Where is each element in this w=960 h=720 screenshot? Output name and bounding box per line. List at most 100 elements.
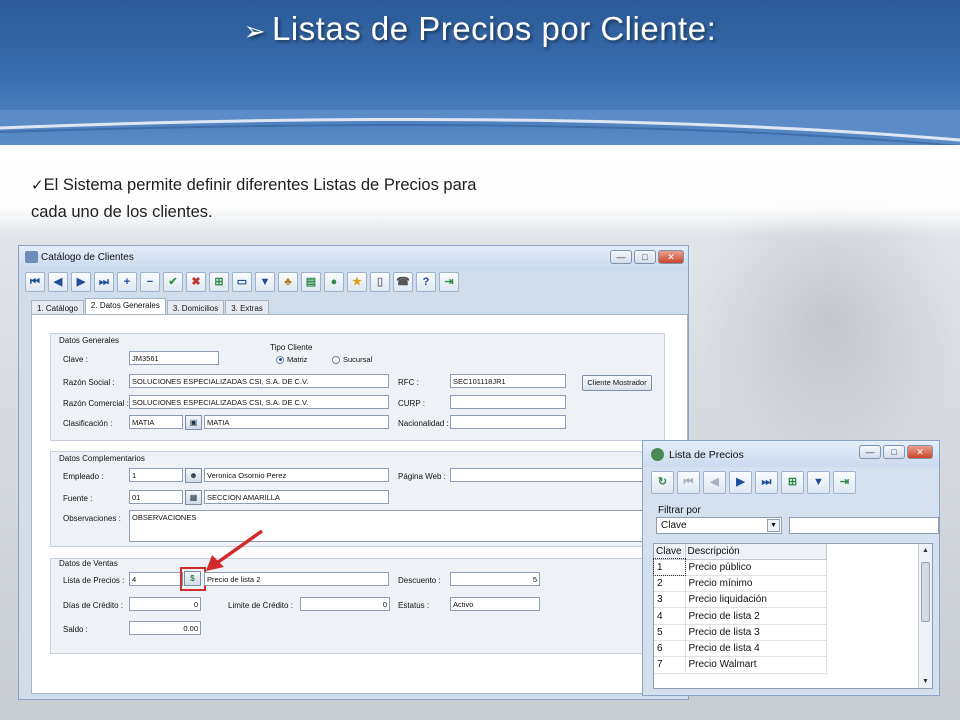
document-icon[interactable]: ▯ <box>370 272 390 292</box>
column-header-clave[interactable]: Clave <box>654 544 686 560</box>
next-record-icon[interactable]: ▶ <box>71 272 91 292</box>
radio-dot-selected[interactable] <box>276 355 284 364</box>
scroll-thumb[interactable] <box>921 562 930 622</box>
fuente-lookup-button[interactable]: ▦ <box>185 490 202 505</box>
clave-field[interactable]: JM3561 <box>129 351 219 365</box>
remove-icon[interactable]: − <box>140 272 160 292</box>
maximize-button[interactable]: □ <box>634 250 656 264</box>
table-row[interactable]: 7 Precio Walmart <box>654 656 827 674</box>
minimize-button[interactable]: — <box>610 250 632 264</box>
users-icon[interactable]: ♣ <box>278 272 298 292</box>
cell-descripcion[interactable]: Precio mínimo <box>685 575 827 593</box>
estatus-field[interactable]: Activo <box>450 597 540 611</box>
export-icon[interactable]: ⊞ <box>781 471 804 494</box>
exit-icon[interactable]: ⇥ <box>439 272 459 292</box>
tab-datos-generales[interactable]: 2. Datos Generales <box>84 298 166 314</box>
contact-icon[interactable]: ☎ <box>393 272 413 292</box>
cell-descripcion[interactable]: Precio Walmart <box>685 656 827 674</box>
cell-descripcion[interactable]: Precio liquidación <box>685 591 827 609</box>
descuento-field[interactable]: 5 <box>450 572 540 586</box>
filter-icon[interactable]: ▼ <box>255 272 275 292</box>
limite-credito-field[interactable]: 0 <box>300 597 390 611</box>
prev-record-icon[interactable]: ◀ <box>48 272 68 292</box>
lista-precios-lookup-button[interactable]: $ <box>184 571 201 586</box>
table-row[interactable]: 3 Precio liquidación <box>654 591 827 609</box>
export-icon[interactable]: ⊞ <box>209 272 229 292</box>
fuente-label: Fuente : <box>63 494 93 503</box>
cell-descripcion[interactable]: Precio de lista 3 <box>685 624 827 641</box>
chevron-down-icon[interactable]: ▼ <box>767 519 780 532</box>
cancel-icon[interactable]: ✖ <box>186 272 206 292</box>
exit-icon[interactable]: ⇥ <box>833 471 856 494</box>
clasificacion-desc-field[interactable]: MATIA <box>204 415 389 429</box>
rfc-field[interactable]: SEC101118JR1 <box>450 374 566 388</box>
tipo-cliente-label: Tipo Cliente <box>270 343 313 352</box>
nacionalidad-field[interactable] <box>450 415 566 429</box>
fuente-code-field[interactable]: 01 <box>129 490 183 504</box>
table-row[interactable]: 4 Precio de lista 2 <box>654 607 827 625</box>
window-icon[interactable]: ▭ <box>232 272 252 292</box>
lista-precios-code-field[interactable]: 4 <box>129 572 183 586</box>
cliente-mostrador-button[interactable]: Cliente Mostrador <box>582 375 652 391</box>
arrow-bullet-icon: ➢ <box>243 16 267 46</box>
minimize-button[interactable]: — <box>859 445 881 459</box>
accept-icon[interactable]: ✔ <box>163 272 183 292</box>
razon-social-field[interactable]: SOLUCIONES ESPECIALIZADAS CSI, S.A. DE C… <box>129 374 389 388</box>
column-header-descripcion[interactable]: Descripción <box>685 544 827 560</box>
radio-dot[interactable] <box>332 355 340 364</box>
main-toolbar: ⏮ ◀ ▶ ⏭ + − ✔ ✖ ⊞ ▭ ▼ ♣ ▤ ● ★ ▯ ☎ ? ⇥ <box>25 272 682 294</box>
cell-clave[interactable]: 6 <box>654 640 686 658</box>
clasificacion-code-field[interactable]: MATIA <box>129 415 183 429</box>
empleado-lookup-button[interactable]: ☻ <box>185 468 202 483</box>
pagina-web-field[interactable] <box>450 468 660 482</box>
cell-clave[interactable]: 3 <box>654 591 686 609</box>
cell-descripcion[interactable]: Precio público <box>685 559 827 576</box>
clave-label: Clave : <box>63 355 88 364</box>
cell-descripcion[interactable]: Precio de lista 4 <box>685 640 827 658</box>
table-row[interactable]: 2 Precio mínimo <box>654 575 827 593</box>
radio-sucursal[interactable]: Sucursal <box>332 355 372 364</box>
close-button[interactable]: ✕ <box>907 445 933 459</box>
filter-field-select[interactable]: Clave ▼ <box>656 517 782 534</box>
table-row[interactable]: 1 Precio público <box>653 557 827 577</box>
last-record-icon[interactable]: ⏭ <box>94 272 114 292</box>
price-list-grid: Clave Descripción 1 Precio público 2 Preci… <box>653 543 933 689</box>
add-icon[interactable]: + <box>117 272 137 292</box>
saldo-field[interactable]: 0.00 <box>129 621 201 635</box>
filter-icon[interactable]: ▼ <box>807 471 830 494</box>
folder-icon[interactable]: ★ <box>347 272 367 292</box>
fuente-desc-field[interactable]: SECCION AMARILLA <box>204 490 389 504</box>
filter-field-value: Clave <box>661 520 687 531</box>
empleado-code-field[interactable]: 1 <box>129 468 183 482</box>
cell-descripcion[interactable]: Precio de lista 2 <box>685 607 827 625</box>
razon-comercial-field[interactable]: SOLUCIONES ESPECIALIZADAS CSI, S.A. DE C… <box>129 395 389 409</box>
prev-record-icon[interactable]: ◀ <box>703 471 726 494</box>
cell-clave[interactable]: 1 <box>653 557 686 577</box>
curp-field[interactable] <box>450 395 566 409</box>
close-button[interactable]: ✕ <box>658 250 684 264</box>
scroll-up-icon[interactable]: ▲ <box>919 544 932 557</box>
globe-icon[interactable]: ● <box>324 272 344 292</box>
refresh-icon[interactable]: ↻ <box>651 471 674 494</box>
slide-title-text: Listas de Precios por Cliente: <box>272 10 717 47</box>
table-row[interactable]: 6 Precio de lista 4 <box>654 640 827 658</box>
cell-clave[interactable]: 4 <box>654 607 686 625</box>
table-row[interactable]: 5 Precio de lista 3 <box>654 624 827 641</box>
clasificacion-lookup-button[interactable]: ▣ <box>185 415 202 430</box>
empleado-name-field[interactable]: Veronica Osornio Perez <box>204 468 389 482</box>
first-record-icon[interactable]: ⏮ <box>25 272 45 292</box>
cell-clave[interactable]: 7 <box>654 656 686 674</box>
filter-value-input[interactable] <box>789 517 939 534</box>
radio-matriz[interactable]: Matriz <box>276 355 307 364</box>
dias-credito-field[interactable]: 0 <box>129 597 201 611</box>
scroll-down-icon[interactable]: ▼ <box>919 675 932 688</box>
cell-clave[interactable]: 5 <box>654 624 686 641</box>
cell-clave[interactable]: 2 <box>654 575 686 593</box>
report-icon[interactable]: ▤ <box>301 272 321 292</box>
last-record-icon[interactable]: ⏭ <box>755 471 778 494</box>
maximize-button[interactable]: □ <box>883 445 905 459</box>
first-record-icon[interactable]: ⏮ <box>677 471 700 494</box>
help-icon[interactable]: ? <box>416 272 436 292</box>
next-record-icon[interactable]: ▶ <box>729 471 752 494</box>
vertical-scrollbar[interactable]: ▲ ▼ <box>918 544 932 688</box>
